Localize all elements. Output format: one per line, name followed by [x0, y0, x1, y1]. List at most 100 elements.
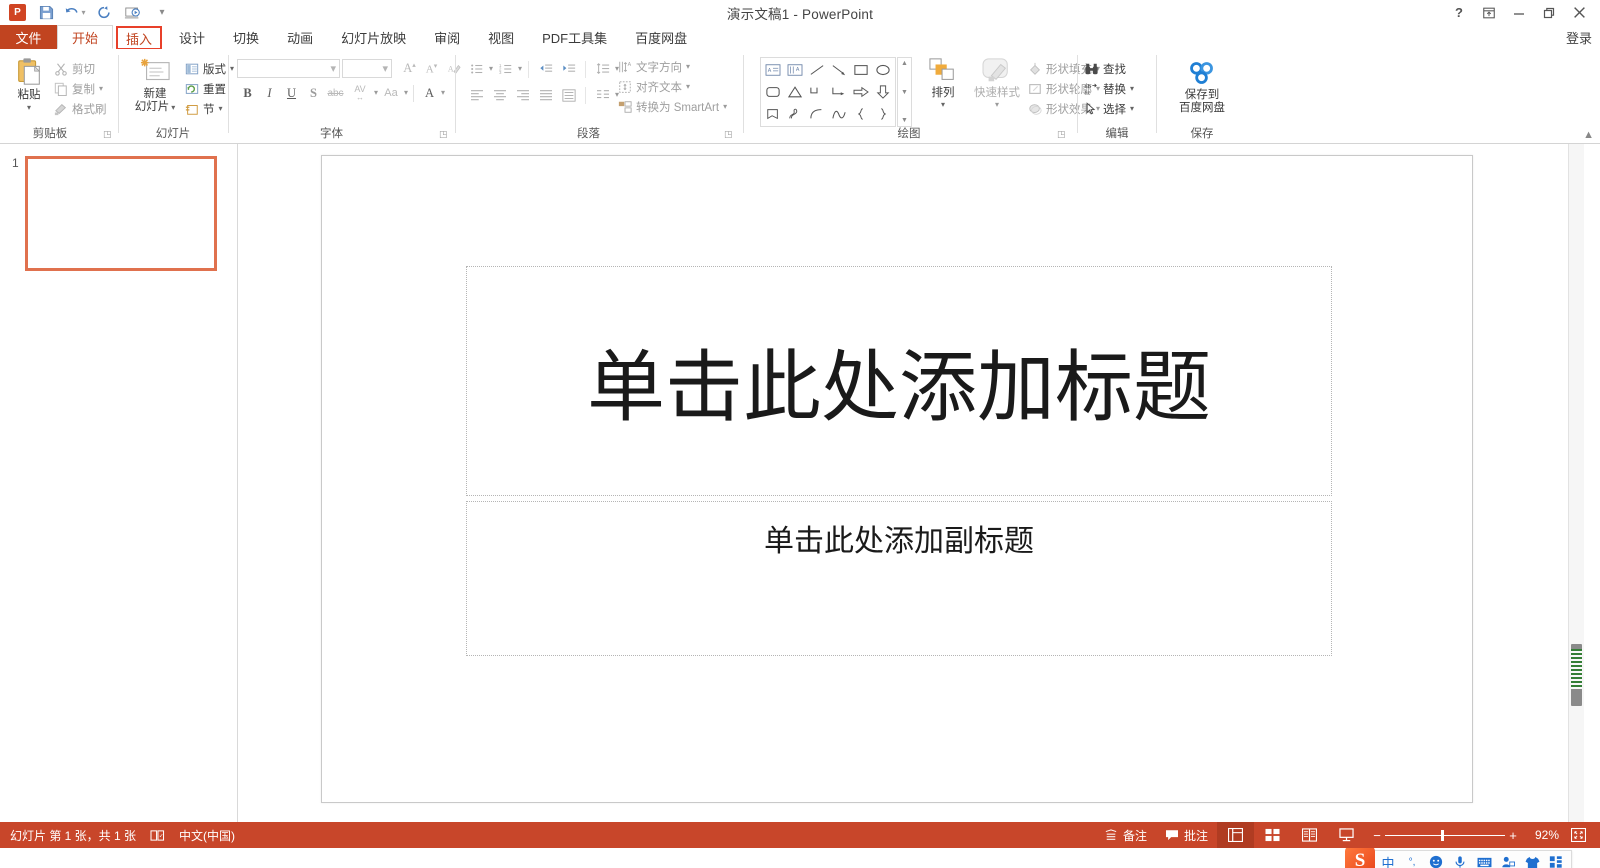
justify-button[interactable] [535, 85, 556, 105]
numbering-button[interactable]: 1 2 3 [495, 59, 516, 79]
shrink-font-button[interactable]: A▾ [421, 59, 442, 79]
smartart-dropdown-icon[interactable]: ▾ [723, 103, 727, 111]
ime-user-icon[interactable] [1496, 851, 1520, 868]
tab-file[interactable]: 文件 [0, 25, 57, 49]
tab-review[interactable]: 审阅 [420, 25, 474, 49]
paste-button[interactable]: 粘贴 ▾ [6, 57, 52, 112]
align-right-button[interactable] [512, 85, 533, 105]
decrease-indent-button[interactable] [535, 59, 556, 79]
character-spacing-dropdown-icon[interactable]: ▾ [374, 89, 378, 97]
ime-emoji-icon[interactable] [1424, 851, 1448, 868]
italic-button[interactable]: I [259, 83, 280, 103]
columns-button[interactable] [592, 85, 613, 105]
text-box-shape-icon[interactable]: A [762, 59, 784, 81]
curve-shape-icon[interactable] [828, 103, 850, 125]
character-spacing-button[interactable]: AV↔ [347, 83, 373, 103]
scribble-shape-icon[interactable] [784, 103, 806, 125]
line-shape-icon[interactable] [806, 59, 828, 81]
view-reading-button[interactable] [1291, 822, 1328, 848]
tab-insert[interactable]: 插入 [116, 26, 162, 50]
zoom-out-button[interactable]: − [1369, 828, 1385, 843]
bold-button[interactable]: B [237, 83, 258, 103]
tab-baidu-netdisk[interactable]: 百度网盘 [621, 25, 701, 49]
shapes-scroll-up-icon[interactable]: ▲ [901, 60, 908, 67]
line-spacing-button[interactable] [592, 59, 613, 79]
copy-button[interactable]: 复制 ▾ [54, 79, 107, 99]
select-button[interactable]: 选择 ▾ [1084, 99, 1134, 119]
vertical-scrollbar[interactable] [1568, 144, 1584, 824]
convert-to-smartart-button[interactable]: 转换为 SmartArt ▾ [618, 97, 727, 117]
tab-design[interactable]: 设计 [165, 25, 219, 49]
change-case-dropdown-icon[interactable]: ▾ [404, 89, 408, 97]
quick-styles-button[interactable]: 快速样式 ▾ [970, 57, 1024, 109]
underline-button[interactable]: U [281, 83, 302, 103]
reset-button[interactable]: 重置 [185, 79, 234, 99]
zoom-handle[interactable] [1441, 830, 1444, 841]
ime-toolbox-icon[interactable] [1544, 851, 1568, 868]
strikethrough-button[interactable]: abc [325, 83, 346, 103]
align-left-button[interactable] [466, 85, 487, 105]
ime-toolbar[interactable]: 中 °, [1349, 850, 1572, 868]
restore-button[interactable] [1534, 0, 1564, 25]
align-text-dropdown-icon[interactable]: ▾ [686, 83, 690, 91]
tab-animations[interactable]: 动画 [273, 25, 327, 49]
right-brace-shape-icon[interactable] [872, 103, 894, 125]
sogou-ime-logo-icon[interactable]: S [1345, 846, 1375, 868]
view-slide-sorter-button[interactable] [1254, 822, 1291, 848]
change-case-button[interactable]: Aa [379, 83, 403, 103]
format-painter-button[interactable]: 格式刷 [54, 99, 107, 119]
new-slide-dropdown-icon[interactable]: ▾ [171, 104, 175, 112]
language-label[interactable]: 中文(中国) [179, 827, 235, 844]
rectangle-shape-icon[interactable] [850, 59, 872, 81]
ime-voice-input-icon[interactable] [1448, 851, 1472, 868]
left-brace-shape-icon[interactable] [850, 103, 872, 125]
view-normal-button[interactable] [1217, 822, 1254, 848]
replace-button[interactable]: ab ac 替换 ▾ [1084, 79, 1134, 99]
text-direction-button[interactable]: A 文字方向 ▾ [618, 57, 727, 77]
tab-slideshow[interactable]: 幻灯片放映 [327, 25, 420, 49]
numbering-dropdown-icon[interactable]: ▾ [518, 65, 522, 73]
shapes-scroll-down-icon[interactable]: ▼ [901, 89, 908, 96]
align-center-button[interactable] [489, 85, 510, 105]
font-dialog-launcher[interactable]: ◳ [439, 129, 448, 140]
tab-pdf-tools[interactable]: PDF工具集 [528, 25, 621, 49]
bullets-dropdown-icon[interactable]: ▾ [489, 65, 493, 73]
notes-button[interactable]: 备注 [1095, 822, 1156, 848]
arrange-dropdown-icon[interactable]: ▾ [941, 101, 945, 109]
fit-slide-to-window-button[interactable] [1565, 822, 1592, 848]
down-arrow-shape-icon[interactable] [872, 81, 894, 103]
signin-link[interactable]: 登录 [1566, 28, 1592, 47]
triangle-shape-icon[interactable] [784, 81, 806, 103]
rounded-rectangle-shape-icon[interactable] [762, 81, 784, 103]
oval-shape-icon[interactable] [872, 59, 894, 81]
elbow-connector-shape-icon[interactable] [806, 81, 828, 103]
clipboard-dialog-launcher[interactable]: ◳ [103, 129, 112, 140]
font-size-input[interactable]: ▾ [342, 59, 392, 78]
collapse-ribbon-button[interactable]: ▲ [1583, 129, 1594, 141]
font-color-button[interactable]: A [419, 83, 440, 103]
slide-canvas[interactable]: 单击此处添加标题 单击此处添加副标题 [321, 155, 1473, 803]
ime-chinese-mode-icon[interactable]: 中 [1376, 851, 1400, 868]
bullets-button[interactable] [466, 59, 487, 79]
slide-thumbnail-1[interactable] [25, 156, 217, 271]
ime-punctuation-icon[interactable]: °, [1400, 851, 1424, 868]
minimize-button[interactable] [1504, 0, 1534, 25]
drawing-dialog-launcher[interactable]: ◳ [1057, 129, 1066, 140]
shapes-gallery-scrollbar[interactable]: ▲ ▼ ▼ [897, 57, 912, 127]
pentagon-shape-icon[interactable] [762, 103, 784, 125]
cut-button[interactable]: 剪切 [54, 59, 107, 79]
tab-transitions[interactable]: 切换 [219, 25, 273, 49]
font-color-dropdown-icon[interactable]: ▾ [441, 89, 445, 97]
text-direction-dropdown-icon[interactable]: ▾ [686, 63, 690, 71]
shapes-gallery[interactable]: A A [760, 57, 896, 127]
arc-shape-icon[interactable] [806, 103, 828, 125]
select-dropdown-icon[interactable]: ▾ [1130, 105, 1134, 113]
align-text-button[interactable]: 对齐文本 ▾ [618, 77, 727, 97]
font-name-input[interactable]: ▾ [237, 59, 340, 78]
tab-view[interactable]: 视图 [474, 25, 528, 49]
copy-dropdown-icon[interactable]: ▾ [99, 85, 103, 93]
shapes-more-icon[interactable]: ▼ [901, 117, 908, 124]
section-button[interactable]: 节 ▾ [185, 99, 234, 119]
arrow-line-shape-icon[interactable] [828, 59, 850, 81]
grow-font-button[interactable]: A▴ [399, 59, 420, 79]
